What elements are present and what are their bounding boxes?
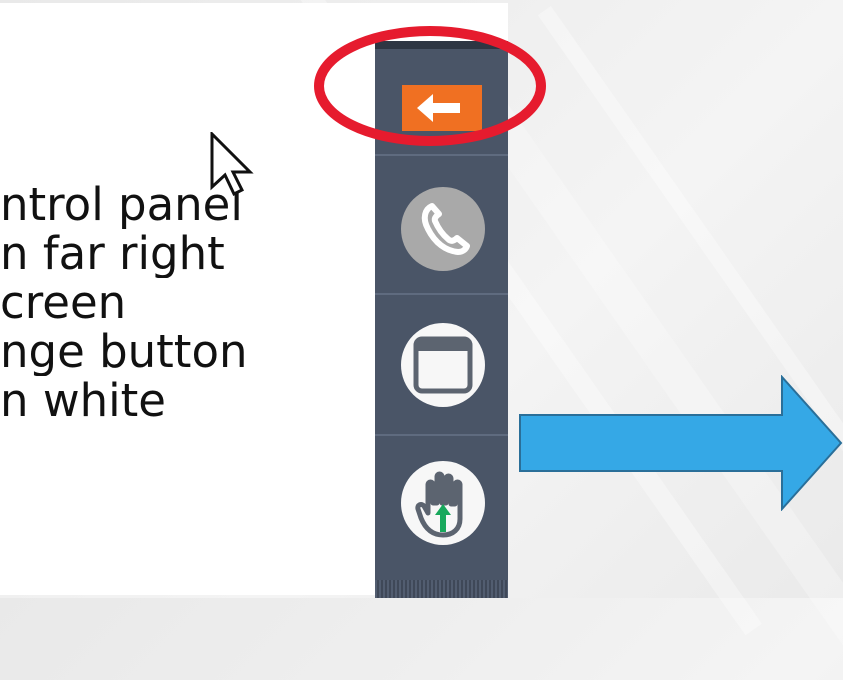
raise-hand-button[interactable] [401, 461, 485, 545]
instruction-line-5: n white [0, 376, 166, 425]
window-button[interactable] [401, 323, 485, 407]
raise-hand-icon [415, 471, 463, 538]
phone-icon [421, 203, 470, 255]
divider [375, 293, 508, 295]
window-icon [413, 336, 473, 394]
instruction-line-4: nge button [0, 327, 248, 376]
divider [375, 434, 508, 436]
highlight-ellipse [314, 26, 546, 146]
instruction-text: ntrol panel n far right creen nge button… [0, 180, 374, 425]
blue-arrow [519, 375, 843, 511]
instruction-line-2: n far right [0, 229, 225, 278]
instruction-line-1: ntrol panel [0, 180, 243, 229]
phone-button[interactable] [401, 187, 485, 271]
panel-bottom-bar [375, 580, 508, 598]
instruction-line-3: creen [0, 278, 127, 327]
mouse-pointer-icon [210, 132, 254, 197]
divider [375, 154, 508, 156]
